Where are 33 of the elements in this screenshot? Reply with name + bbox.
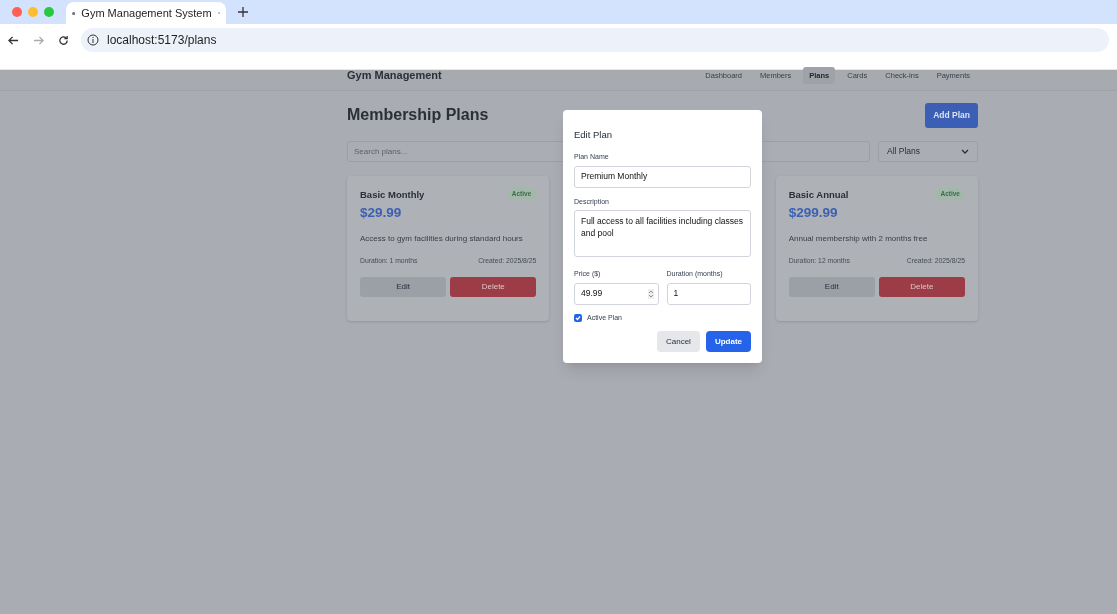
browser-tab[interactable]: Gym Management System [66, 2, 226, 24]
address-bar[interactable]: localhost:5173/plans [81, 28, 1109, 52]
plan-name: Basic Monthly [360, 187, 425, 202]
edit-button[interactable]: Edit [788, 277, 875, 298]
price-field[interactable]: 49.99 [574, 282, 659, 305]
delete-button[interactable]: Delete [450, 277, 537, 298]
maximize-window-icon[interactable] [44, 7, 54, 17]
update-button[interactable]: Update [705, 331, 751, 353]
plan-price: $29.99 [360, 204, 403, 222]
info-icon [87, 34, 99, 46]
back-arrow-icon[interactable] [8, 35, 19, 46]
description-field[interactable]: Full access to all facilities including classes and pool [574, 210, 751, 258]
spinner-arrows-icon[interactable] [647, 288, 654, 299]
plan-description: Annual membership with 2 months free [788, 233, 929, 246]
add-plan-button[interactable]: Add Plan [925, 103, 978, 128]
page-title: Membership Plans [347, 105, 489, 126]
active-checkbox[interactable] [574, 314, 582, 322]
brand-title: Gym Management [347, 68, 442, 83]
edit-button[interactable]: Edit [360, 277, 447, 298]
close-window-icon[interactable] [12, 7, 22, 17]
cancel-button[interactable]: Cancel [656, 331, 700, 353]
plan-price: $299.99 [788, 204, 839, 222]
dialog-title: Edit Plan [574, 128, 614, 142]
plan-filter-dropdown[interactable]: All Plans [878, 140, 978, 162]
plan-name: Basic Annual [788, 187, 849, 202]
chevron-down-icon [961, 148, 969, 154]
delete-button[interactable]: Delete [878, 277, 965, 298]
reload-icon[interactable] [58, 35, 69, 46]
forward-arrow-icon[interactable] [33, 35, 44, 46]
new-tab-icon[interactable] [238, 7, 248, 17]
plan-description: Access to gym facilities during standard hours [360, 233, 524, 246]
plan-name-field[interactable]: Premium Monthly [574, 165, 751, 188]
duration-field[interactable]: 1 [666, 282, 751, 305]
